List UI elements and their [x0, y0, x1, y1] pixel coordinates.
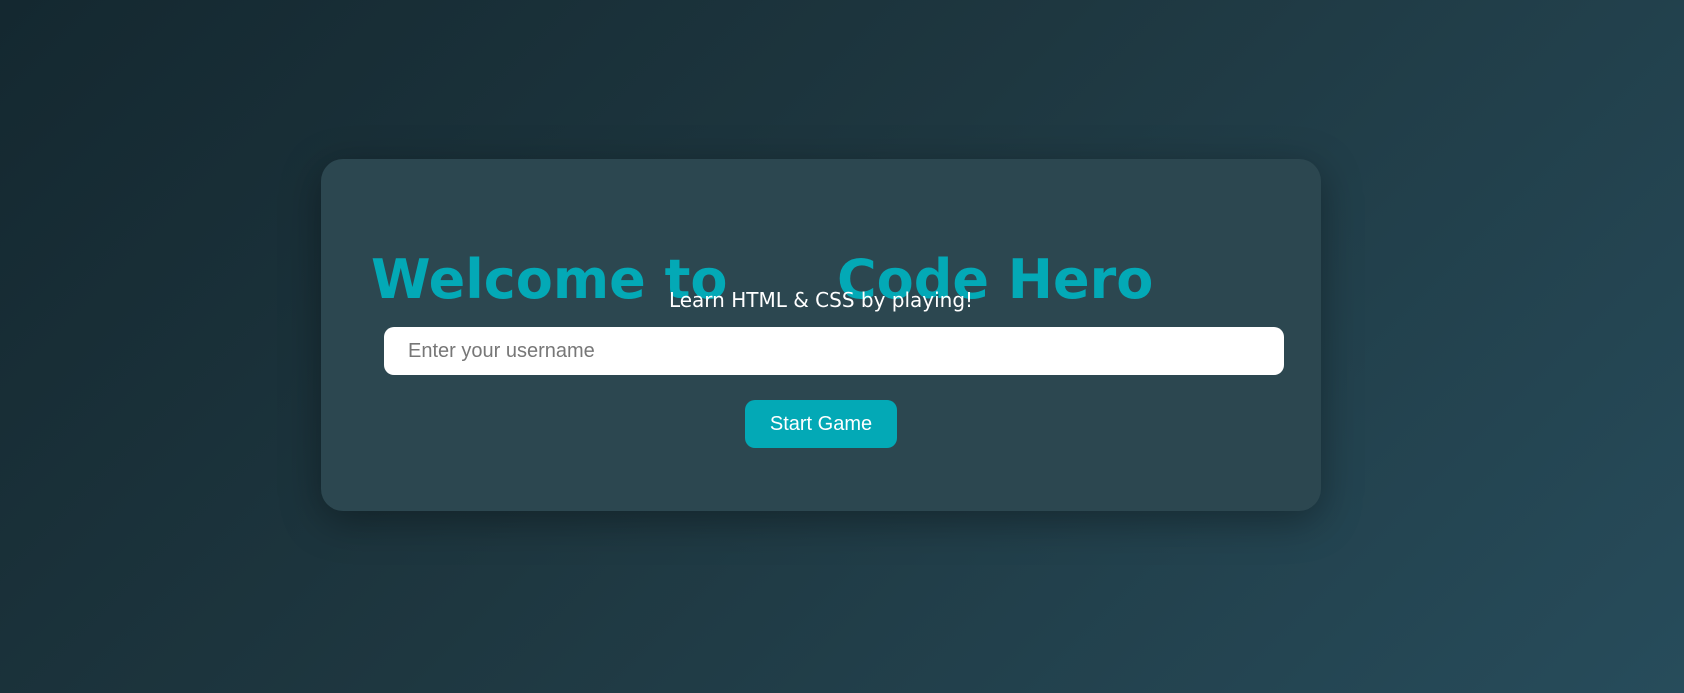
start-game-button[interactable]: Start Game	[745, 400, 897, 448]
welcome-card: Welcome to Code Hero Learn HTML & CSS by…	[321, 159, 1321, 511]
username-input[interactable]	[384, 327, 1284, 375]
subtitle: Learn HTML & CSS by playing!	[668, 288, 974, 312]
